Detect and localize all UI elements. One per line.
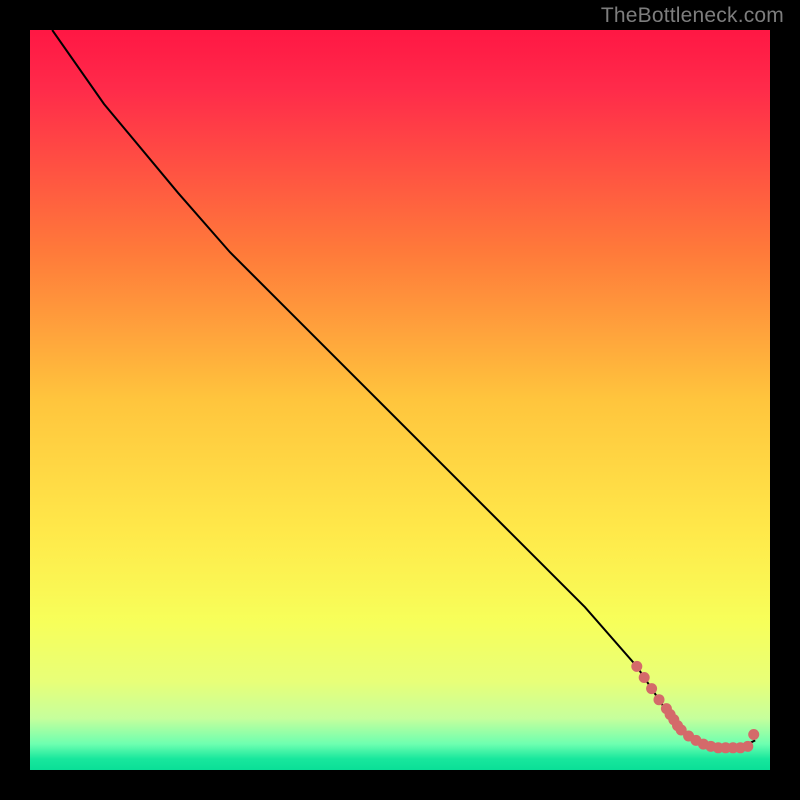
plot-area [30, 30, 770, 770]
marker-point [748, 729, 759, 740]
chart-svg [30, 30, 770, 770]
marker-point [639, 672, 650, 683]
heatmap-background [30, 30, 770, 770]
attribution-label: TheBottleneck.com [601, 4, 784, 28]
marker-point [646, 683, 657, 694]
marker-point [631, 661, 642, 672]
marker-point [654, 694, 665, 705]
marker-point [742, 741, 753, 752]
chart-wrapper: TheBottleneck.com [0, 0, 800, 800]
